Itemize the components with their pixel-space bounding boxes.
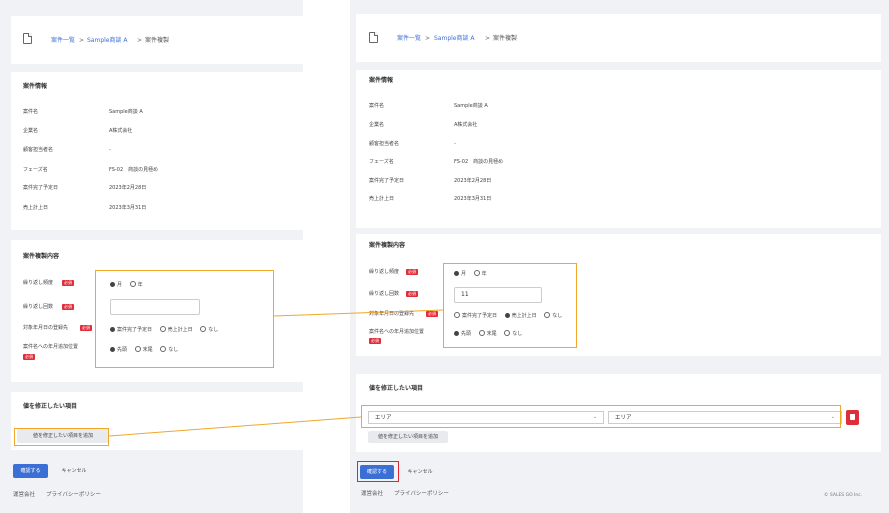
info-label: 顧客担当者名	[369, 141, 400, 147]
document-icon	[23, 33, 32, 44]
info-label: フェーズ名	[23, 167, 48, 173]
right-header-card: 案件一覧 > Sample商談 A > 案件複製	[356, 14, 881, 62]
info-label: 案件完了予定日	[23, 185, 59, 191]
breadcrumb-list-link[interactable]: 案件一覧	[51, 38, 75, 44]
cancel-button[interactable]: キャンセル	[54, 464, 94, 478]
info-value: FS-02 商談の見極め	[109, 167, 159, 173]
target-label: 対象年月日の登録先	[23, 325, 69, 331]
info-label: 企業名	[369, 122, 385, 128]
breadcrumb-item-link[interactable]: Sample商談 A	[87, 38, 128, 44]
required-badge: 必須	[23, 354, 35, 360]
info-title: 案件情報	[23, 83, 48, 90]
pos-label: 案件名への年月追加位置	[369, 329, 425, 335]
target-label: 対象年月日の登録先	[369, 311, 415, 317]
breadcrumb-list-link[interactable]: 案件一覧	[397, 36, 421, 42]
required-badge: 必須	[62, 304, 74, 310]
left-header-card: 案件一覧 > Sample商談 A > 案件複製	[11, 16, 303, 64]
info-label: 顧客担当者名	[23, 147, 54, 153]
required-badge: 必須	[62, 280, 74, 286]
info-value: 2023年2月28日	[109, 185, 147, 191]
dup-title: 案件複製内容	[23, 253, 60, 260]
fix-title: 値を修正したい項目	[369, 385, 424, 392]
highlight-box-confirm-button	[357, 461, 399, 482]
document-icon	[369, 32, 378, 43]
footer-company-link[interactable]: 運営会社	[13, 492, 35, 499]
highlight-box-dup-options	[95, 270, 274, 368]
right-screen: 案件一覧 > Sample商談 A > 案件複製 案件情報 案件名 Sample…	[350, 0, 889, 513]
freq-label: 繰り返し頻度	[369, 269, 400, 275]
copyright: © SALES GO Inc.	[824, 493, 863, 498]
info-label: 案件名	[23, 109, 39, 115]
add-fix-item-button[interactable]: 値を修正したい項目を追加	[368, 431, 448, 443]
info-value: -	[454, 141, 456, 147]
required-badge: 必須	[406, 291, 418, 297]
highlight-box-add-button	[14, 428, 109, 446]
info-value: 2023年2月28日	[454, 178, 492, 184]
info-label: 売上計上日	[23, 205, 49, 211]
breadcrumb-sep: >	[485, 35, 491, 42]
right-info-card: 案件情報 案件名 Sample商談 A 企業名 A株式会社 顧客担当者名 - フ…	[356, 70, 881, 228]
info-value: 2023年3月31日	[109, 205, 147, 211]
info-value: Sample商談 A	[454, 103, 488, 109]
freq-label: 繰り返し頻度	[23, 280, 54, 286]
confirm-button[interactable]: 確認する	[13, 464, 48, 478]
breadcrumb-item-link[interactable]: Sample商談 A	[434, 36, 475, 42]
delete-button[interactable]	[846, 410, 859, 425]
required-badge: 必須	[80, 325, 92, 331]
breadcrumb-sep: >	[137, 37, 143, 44]
footer-company-link[interactable]: 運営会社	[361, 491, 383, 498]
breadcrumb-current: 案件複製	[145, 37, 170, 44]
info-label: 売上計上日	[369, 196, 395, 202]
count-label: 繰り返し回数	[23, 304, 54, 310]
fix-title: 値を修正したい項目	[23, 403, 78, 410]
right-dup-card: 案件複製内容 繰り返し頻度 必須 月 年 繰り返し回数 必須 11 対象年月日の…	[356, 234, 881, 356]
footer-privacy-link[interactable]: プライバシーポリシー	[46, 492, 101, 499]
footer-privacy-link[interactable]: プライバシーポリシー	[394, 491, 449, 498]
info-value: -	[109, 147, 111, 153]
required-badge: 必須	[426, 311, 438, 317]
dup-title: 案件複製内容	[369, 242, 406, 249]
count-label: 繰り返し回数	[369, 291, 400, 297]
pos-label: 案件名への年月追加位置	[23, 344, 79, 350]
info-label: 案件名	[369, 103, 385, 109]
breadcrumb-sep: >	[79, 37, 85, 44]
info-value: 2023年3月31日	[454, 196, 492, 202]
highlight-box-dup-options-after	[443, 263, 577, 348]
cancel-button[interactable]: キャンセル	[400, 465, 440, 479]
trash-icon	[850, 414, 855, 420]
required-badge: 必須	[406, 269, 418, 275]
info-title: 案件情報	[369, 77, 394, 84]
info-value: A株式会社	[109, 128, 133, 134]
required-badge: 必須	[369, 338, 381, 344]
info-label: 企業名	[23, 128, 39, 134]
breadcrumb-current: 案件複製	[493, 35, 518, 42]
info-value: Sample商談 A	[109, 109, 143, 115]
info-label: 案件完了予定日	[369, 178, 405, 184]
highlight-box-fix-selects	[361, 405, 841, 428]
breadcrumb-sep: >	[425, 35, 431, 42]
left-info-card: 案件情報 案件名 Sample商談 A 企業名 A株式会社 顧客担当者名 - フ…	[11, 72, 303, 230]
info-label: フェーズ名	[369, 159, 394, 165]
info-value: FS-02 商談の見極め	[454, 159, 504, 165]
info-value: A株式会社	[454, 122, 478, 128]
